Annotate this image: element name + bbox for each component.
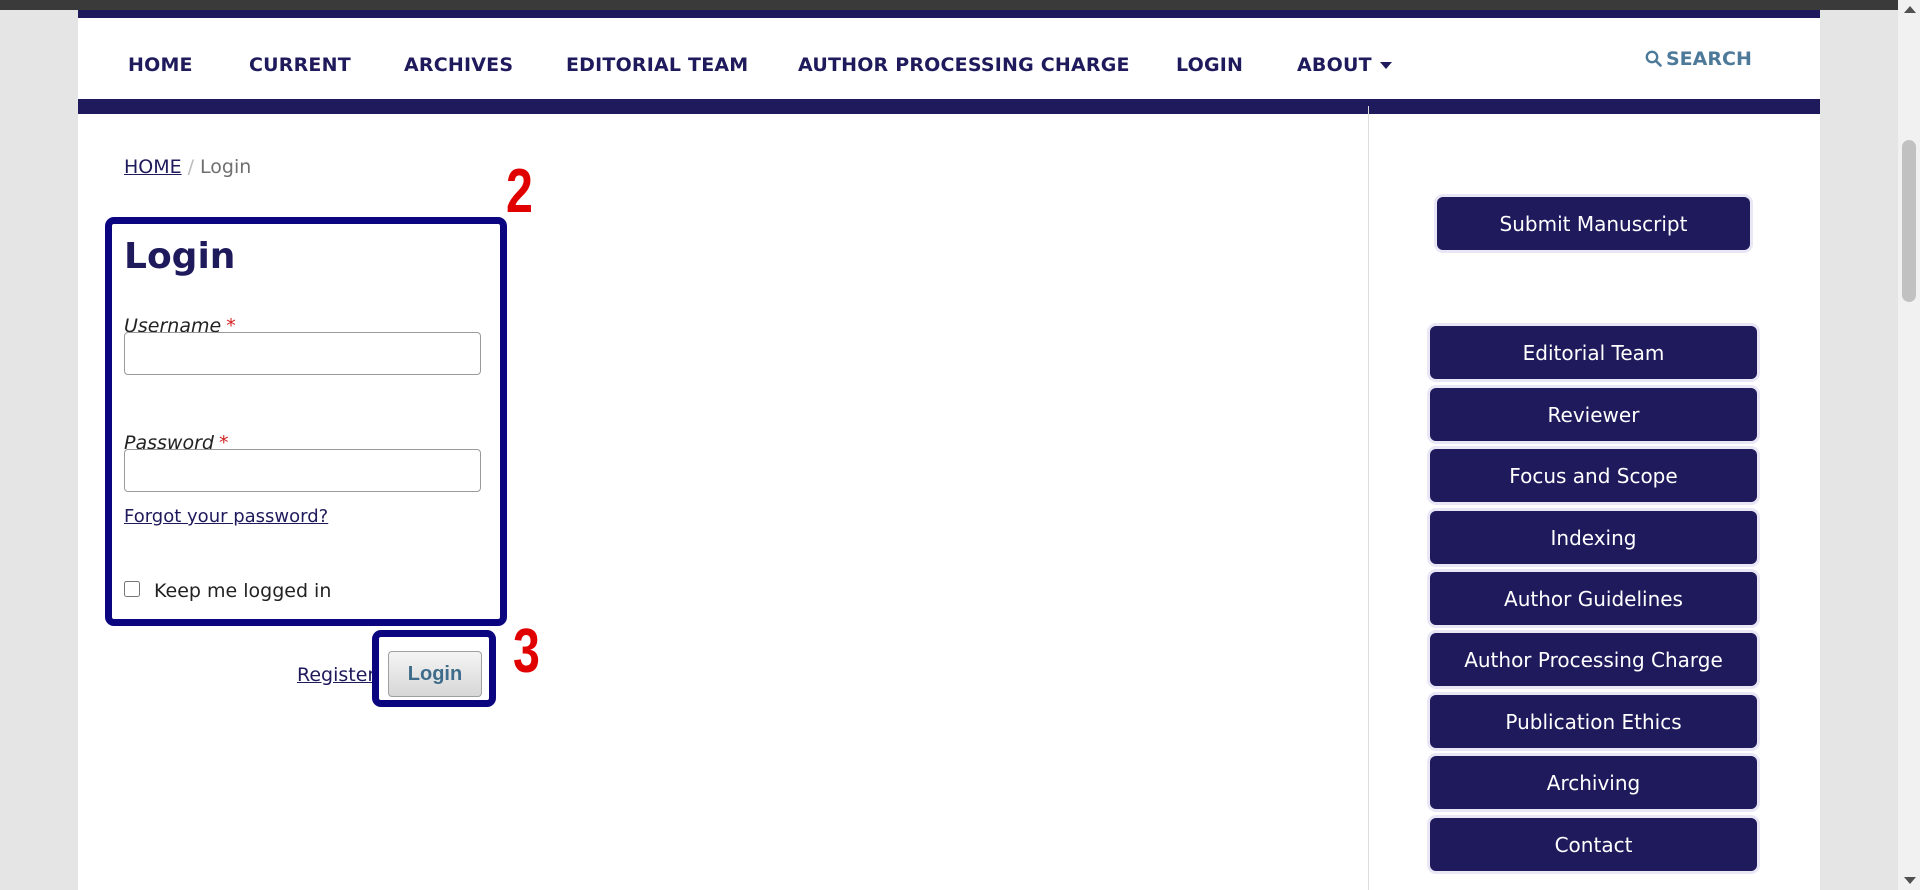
nav-item-about[interactable]: ABOUT (1297, 54, 1392, 76)
remember-me-checkbox[interactable] (124, 581, 140, 597)
scroll-up-arrow-icon[interactable] (1904, 6, 1916, 13)
submit-manuscript-button[interactable]: Submit Manuscript (1437, 197, 1750, 250)
scroll-down-arrow-icon[interactable] (1904, 877, 1916, 884)
main-nav: HOME CURRENT ARCHIVES EDITORIAL TEAM AUT… (78, 18, 1820, 114)
forgot-password-link[interactable]: Forgot your password? (124, 506, 328, 527)
sidebar-item-archiving[interactable]: Archiving (1430, 756, 1757, 809)
browser-top-strip (0, 0, 1920, 10)
nav-bottom-border (78, 99, 1820, 114)
login-heading: Login (124, 236, 236, 277)
sidebar-item-focus-and-scope[interactable]: Focus and Scope (1430, 449, 1757, 502)
breadcrumb: HOME / Login (124, 156, 251, 178)
username-input[interactable] (124, 332, 481, 375)
breadcrumb-current: Login (200, 156, 252, 178)
remember-me-label: Keep me logged in (154, 580, 332, 602)
sidebar-item-editorial-team[interactable]: Editorial Team (1430, 326, 1757, 379)
password-input[interactable] (124, 449, 481, 492)
login-button[interactable]: Login (388, 651, 482, 697)
sidebar-item-contact[interactable]: Contact (1430, 818, 1757, 871)
sidebar-divider (1368, 106, 1369, 890)
vertical-scrollbar[interactable] (1898, 0, 1920, 890)
search-icon (1645, 50, 1662, 67)
annotation-number-3: 3 (513, 617, 540, 686)
remember-me: Keep me logged in (124, 580, 331, 602)
nav-top-border (78, 10, 1820, 18)
nav-item-editorial-team[interactable]: EDITORIAL TEAM (566, 54, 748, 76)
nav-item-about-label: ABOUT (1297, 54, 1372, 76)
sidebar-item-author-processing-charge[interactable]: Author Processing Charge (1430, 633, 1757, 686)
sidebar-item-reviewer[interactable]: Reviewer (1430, 388, 1757, 441)
breadcrumb-separator: / (187, 156, 195, 178)
scrollbar-thumb[interactable] (1902, 140, 1916, 302)
page: HOME CURRENT ARCHIVES EDITORIAL TEAM AUT… (78, 10, 1820, 890)
search-label: SEARCH (1666, 48, 1752, 70)
register-link[interactable]: Register (297, 664, 375, 686)
sidebar-item-author-guidelines[interactable]: Author Guidelines (1430, 572, 1757, 625)
breadcrumb-home-link[interactable]: HOME (124, 156, 182, 178)
nav-item-archives[interactable]: ARCHIVES (404, 54, 513, 76)
annotation-box-form (105, 217, 507, 626)
nav-item-author-processing-charge[interactable]: AUTHOR PROCESSING CHARGE (798, 54, 1130, 76)
sidebar-item-indexing[interactable]: Indexing (1430, 511, 1757, 564)
nav-item-home[interactable]: HOME (128, 54, 193, 76)
annotation-number-2: 2 (506, 157, 533, 226)
nav-item-current[interactable]: CURRENT (249, 54, 351, 76)
search-link[interactable]: SEARCH (1645, 48, 1752, 70)
nav-item-login[interactable]: LOGIN (1176, 54, 1243, 76)
caret-down-icon (1379, 62, 1392, 69)
sidebar-item-publication-ethics[interactable]: Publication Ethics (1430, 695, 1757, 748)
